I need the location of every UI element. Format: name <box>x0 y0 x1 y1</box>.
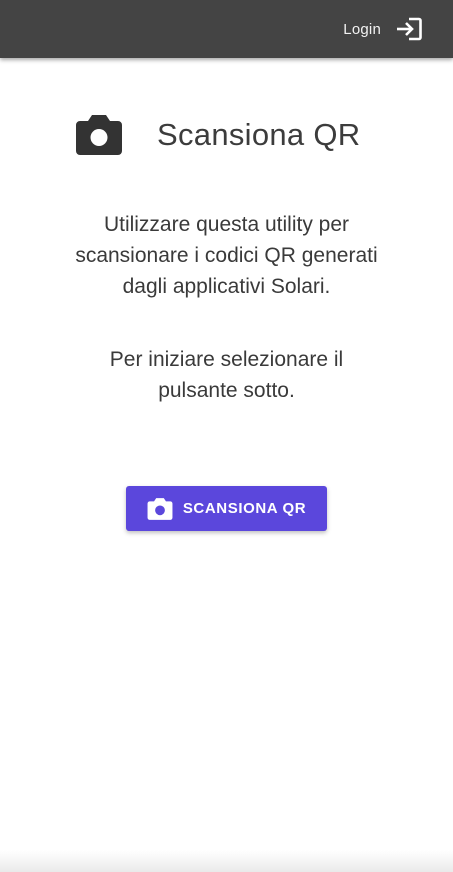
camera-icon <box>76 115 122 155</box>
instruction-text: Per iniziare selezionare il pulsante sot… <box>30 344 423 406</box>
intro-line: scansionare i codici QR generati <box>75 244 378 267</box>
scan-qr-button[interactable]: SCANSIONA QR <box>126 486 327 531</box>
camera-icon <box>147 497 173 520</box>
title-row: Scansiona QR <box>75 110 360 160</box>
page-title: Scansiona QR <box>157 117 361 152</box>
login-label: Login <box>343 20 381 38</box>
login-arrow-icon <box>397 17 422 41</box>
intro-text: Utilizzare questa utility per scansionar… <box>30 209 423 302</box>
intro-line: Utilizzare questa utility per <box>103 213 350 236</box>
scan-qr-button-label: SCANSIONA QR <box>182 500 307 517</box>
instruction-line: pulsante sotto. <box>158 379 295 402</box>
bottom-shadow <box>0 850 453 872</box>
instruction-line: Per iniziare selezionare il <box>109 348 344 371</box>
app-bar: Login <box>0 0 453 58</box>
login-button[interactable]: Login <box>343 14 423 44</box>
intro-line: dagli applicativi Solari. <box>122 275 331 298</box>
